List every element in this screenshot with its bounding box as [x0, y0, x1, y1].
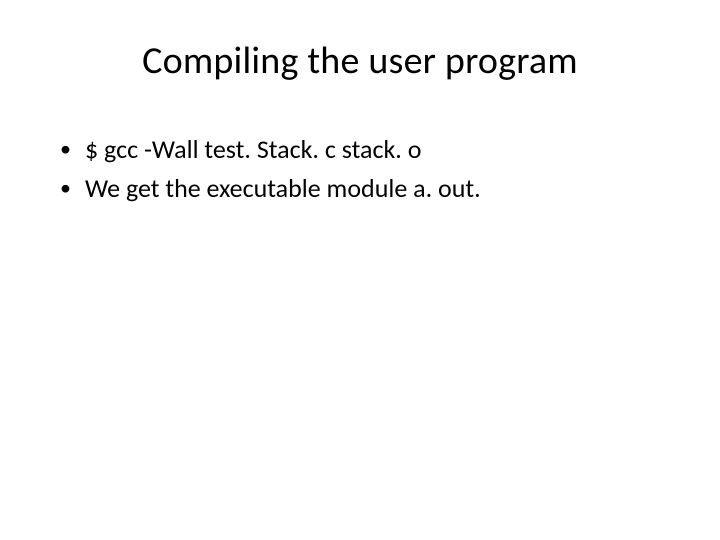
bullet-text: $ gcc -Wall test. Stack. c stack. o	[85, 132, 421, 167]
list-item: We get the executable module a. out.	[58, 171, 670, 206]
bullet-text: We get the executable module a. out.	[85, 171, 481, 206]
list-item: $ gcc -Wall test. Stack. c stack. o	[58, 132, 670, 167]
bullet-list: $ gcc -Wall test. Stack. c stack. o We g…	[50, 132, 670, 206]
slide: Compiling the user program $ gcc -Wall t…	[0, 0, 720, 540]
slide-title: Compiling the user program	[50, 38, 670, 84]
